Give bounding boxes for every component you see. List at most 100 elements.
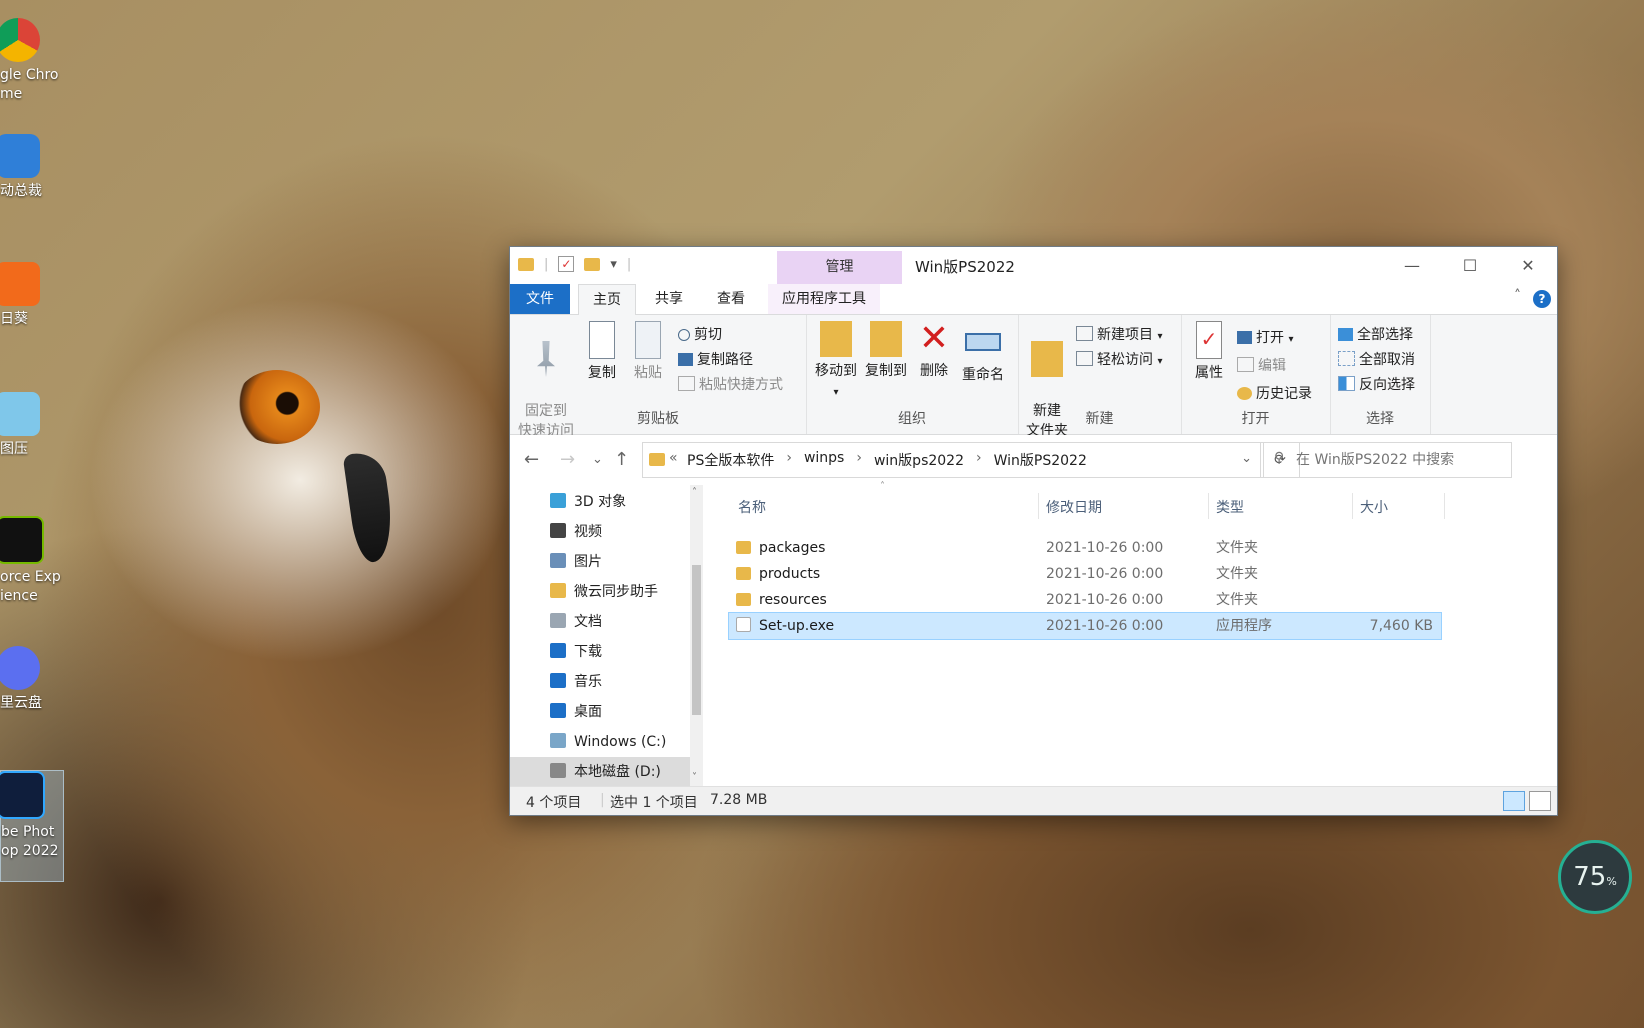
- properties-label: 属性: [1195, 365, 1223, 381]
- desktop-icon-nvidia[interactable]: orce Exp ience: [0, 516, 62, 606]
- gauge-value: 75: [1573, 862, 1607, 892]
- nav-item-downloads[interactable]: 下载: [510, 637, 690, 667]
- edit-button[interactable]: 编辑: [1237, 355, 1286, 377]
- copy-path-label: 复制路径: [697, 352, 753, 368]
- column-header-modified[interactable]: 修改日期: [1046, 497, 1102, 517]
- chevron-right-icon[interactable]: ›: [786, 450, 792, 470]
- folder-icon: [736, 567, 751, 580]
- help-icon[interactable]: ?: [1533, 290, 1551, 308]
- nav-item-desktop[interactable]: 桌面: [510, 697, 690, 727]
- search-input[interactable]: [1294, 443, 1508, 477]
- new-folder-quick-icon[interactable]: [584, 257, 601, 271]
- address-bar[interactable]: « PS全版本软件 › winps › win版ps2022 › Win版PS2022…: [642, 442, 1261, 478]
- quick-access-toolbar: | ✓ ▾ |: [518, 256, 631, 272]
- customize-dropdown-icon[interactable]: ▾: [610, 257, 617, 272]
- file-row[interactable]: products 2021-10-26 0:00 文件夹: [728, 561, 1440, 587]
- maximize-button[interactable]: ☐: [1441, 247, 1499, 284]
- desktop-icon-chrome[interactable]: gle Chro me: [0, 18, 62, 104]
- file-list: 名称 ˄ 修改日期 类型 大小 packages 2021-10-26 0:00…: [728, 481, 1548, 787]
- nav-item-videos[interactable]: 视频: [510, 517, 690, 547]
- pictures-icon: [550, 553, 566, 568]
- file-row[interactable]: packages 2021-10-26 0:00 文件夹: [728, 535, 1440, 561]
- desktop-icon-driver[interactable]: 动总裁: [0, 134, 62, 201]
- breadcrumb-item[interactable]: PS全版本软件: [687, 450, 774, 470]
- desktop-icon-aliyun[interactable]: 里云盘: [0, 646, 62, 713]
- tab-file[interactable]: 文件: [510, 284, 570, 314]
- chevron-right-icon[interactable]: ›: [976, 450, 982, 470]
- back-arrow-icon[interactable]: ←: [524, 449, 539, 470]
- column-divider[interactable]: [1352, 493, 1353, 519]
- up-arrow-icon[interactable]: ↑: [614, 449, 629, 470]
- open-button[interactable]: 打开 ▾: [1237, 327, 1293, 349]
- scroll-down-icon[interactable]: ˅: [692, 772, 697, 783]
- nav-item-weiyun[interactable]: 微云同步助手: [510, 577, 690, 607]
- easy-access-button[interactable]: 轻松访问 ▾: [1076, 349, 1162, 371]
- rename-button[interactable]: 重命名: [956, 321, 1010, 385]
- breadcrumb-item[interactable]: win版ps2022: [874, 450, 964, 470]
- cut-button[interactable]: 剪切: [678, 324, 722, 346]
- tab-share[interactable]: 共享: [641, 284, 697, 314]
- desktop-icon-sunflower[interactable]: 日葵: [0, 262, 62, 329]
- address-dropdown-icon[interactable]: ⌄: [1241, 451, 1252, 466]
- chevron-right-icon[interactable]: ›: [856, 450, 862, 470]
- delete-button[interactable]: ✕ 删除: [914, 321, 954, 381]
- details-view-icon[interactable]: [1503, 791, 1525, 811]
- close-button[interactable]: ✕: [1499, 247, 1557, 284]
- nav-item-3d-objects[interactable]: 3D 对象: [510, 487, 690, 517]
- tab-home[interactable]: 主页: [578, 284, 636, 315]
- column-header-size[interactable]: 大小: [1360, 497, 1388, 517]
- breadcrumb-item[interactable]: Win版PS2022: [994, 450, 1087, 470]
- owl-beak-wallpaper: [342, 449, 398, 565]
- paste-button[interactable]: 粘贴: [628, 321, 668, 383]
- column-header-name[interactable]: 名称: [738, 497, 766, 517]
- nav-item-pictures[interactable]: 图片: [510, 547, 690, 577]
- move-to-button[interactable]: 移动到 ▾: [812, 321, 860, 403]
- forward-arrow-icon[interactable]: →: [560, 449, 575, 470]
- desktop-icon-photoshop[interactable]: be Phot op 2022: [0, 770, 64, 882]
- nav-item-music[interactable]: 音乐: [510, 667, 690, 697]
- photoshop-icon: [0, 771, 45, 819]
- properties-button[interactable]: ✓ 属性: [1189, 321, 1229, 383]
- paste-shortcut-button[interactable]: 粘贴快捷方式: [678, 374, 783, 396]
- file-name-cell: packages: [736, 535, 825, 561]
- easy-access-icon: [1076, 351, 1093, 366]
- new-item-button[interactable]: 新建项目 ▾: [1076, 324, 1162, 346]
- properties-quick-icon[interactable]: ✓: [558, 256, 575, 272]
- nav-scrollbar[interactable]: ˄ ˅: [690, 485, 703, 787]
- column-divider[interactable]: [1444, 493, 1445, 519]
- select-all-button[interactable]: 全部选择: [1338, 324, 1413, 346]
- large-icons-view-icon[interactable]: [1529, 791, 1551, 811]
- select-none-button[interactable]: 全部取消: [1338, 349, 1415, 371]
- group-organize: 移动到 ▾ 复制到 ✕ 删除 重命名 组织: [806, 315, 1019, 434]
- collapse-ribbon-icon[interactable]: ˄: [1514, 288, 1521, 304]
- copy-button[interactable]: 复制: [582, 321, 622, 383]
- address-overflow-icon[interactable]: «: [669, 450, 678, 466]
- tab-app-tools[interactable]: 应用程序工具: [768, 284, 880, 314]
- file-row[interactable]: Set-up.exe 2021-10-26 0:00 应用程序 7,460 KB: [728, 612, 1442, 640]
- column-divider[interactable]: [1208, 493, 1209, 519]
- minimize-button[interactable]: —: [1383, 247, 1441, 284]
- nav-item-drive-d[interactable]: 本地磁盘 (D:): [510, 757, 690, 787]
- desktop-icon-label: orce Exp ience: [0, 569, 61, 604]
- scrollbar-thumb[interactable]: [692, 565, 701, 715]
- documents-icon: [550, 613, 566, 628]
- invert-selection-button[interactable]: 反向选择: [1338, 374, 1415, 396]
- performance-gauge[interactable]: 75%: [1558, 840, 1632, 914]
- status-item-count: 4 个项目: [526, 795, 582, 811]
- column-header-type[interactable]: 类型: [1216, 497, 1244, 517]
- history-button[interactable]: 历史记录: [1237, 383, 1312, 405]
- open-label: 打开: [1256, 330, 1284, 346]
- recent-locations-icon[interactable]: ⌄: [592, 452, 603, 467]
- breadcrumb-item[interactable]: winps: [804, 450, 844, 470]
- file-row[interactable]: resources 2021-10-26 0:00 文件夹: [728, 587, 1440, 613]
- copy-to-button[interactable]: 复制到: [862, 321, 910, 381]
- desktop-icon-image-compress[interactable]: 图压: [0, 392, 62, 459]
- copy-path-button[interactable]: 复制路径: [678, 349, 753, 371]
- column-divider[interactable]: [1038, 493, 1039, 519]
- tab-manage[interactable]: 管理: [777, 251, 902, 284]
- nav-item-documents[interactable]: 文档: [510, 607, 690, 637]
- scroll-up-icon[interactable]: ˄: [692, 487, 697, 498]
- nav-item-drive-c[interactable]: Windows (C:): [510, 727, 690, 757]
- tab-view[interactable]: 查看: [703, 284, 759, 314]
- folder-icon: [518, 257, 534, 271]
